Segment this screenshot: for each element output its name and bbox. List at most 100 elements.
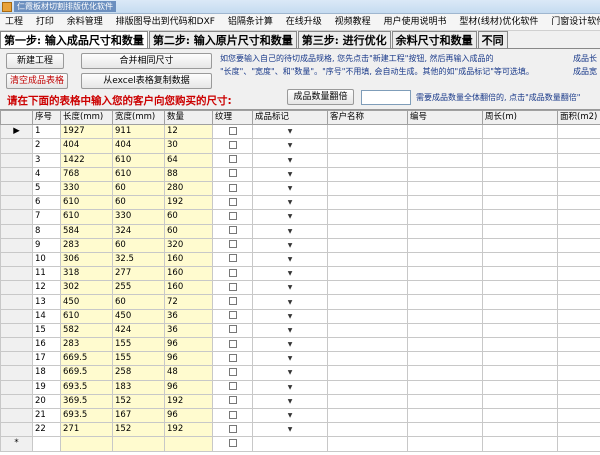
cell-grain[interactable]	[212, 209, 253, 225]
cell-seq[interactable]: 14	[32, 308, 61, 324]
cell-code[interactable]	[407, 308, 483, 324]
cell-seq[interactable]	[32, 436, 61, 452]
cell-length[interactable]: 669.5	[60, 365, 113, 381]
cell-customer[interactable]	[327, 152, 408, 168]
grain-checkbox[interactable]	[228, 297, 237, 306]
cell-seq[interactable]: 13	[32, 294, 61, 310]
clear-table-button[interactable]: 清空成品表格	[6, 73, 68, 89]
cell-code[interactable]	[407, 180, 483, 197]
cell-customer[interactable]	[327, 180, 408, 197]
cell-length[interactable]: 693.5	[60, 379, 113, 395]
cell-code[interactable]	[407, 336, 483, 353]
cell-product-mark[interactable]	[252, 436, 328, 452]
row-header[interactable]	[0, 237, 33, 253]
cell-perimeter[interactable]	[482, 138, 558, 154]
cell-quantity[interactable]: 96	[164, 407, 213, 424]
cell-width[interactable]: 277	[112, 266, 165, 282]
dropdown-arrow-icon[interactable]: ▼	[288, 369, 293, 376]
cell-length[interactable]: 693.5	[60, 407, 113, 424]
cell-customer[interactable]	[327, 280, 408, 296]
cell-area[interactable]	[557, 379, 600, 395]
cell-width[interactable]: 155	[112, 336, 165, 353]
cell-seq[interactable]: 22	[32, 422, 61, 438]
cell-seq[interactable]: 6	[32, 195, 61, 211]
dropdown-arrow-icon[interactable]: ▼	[288, 327, 293, 334]
cell-perimeter[interactable]	[482, 407, 558, 424]
cell-width[interactable]	[112, 436, 165, 452]
cell-perimeter[interactable]	[482, 365, 558, 381]
cell-product-mark[interactable]: ▼	[252, 336, 328, 353]
dropdown-arrow-icon[interactable]: ▼	[288, 412, 293, 419]
cell-length[interactable]: 610	[60, 195, 113, 211]
cell-product-mark[interactable]: ▼	[252, 237, 328, 253]
cell-area[interactable]	[557, 365, 600, 381]
grain-checkbox[interactable]	[228, 353, 237, 362]
row-header[interactable]	[0, 379, 33, 395]
cell-length[interactable]: 369.5	[60, 393, 113, 409]
cell-product-mark[interactable]: ▼	[252, 393, 328, 409]
cell-perimeter[interactable]	[482, 166, 558, 182]
cell-grain[interactable]	[212, 280, 253, 296]
tab-step2-input-sheets[interactable]: 第二步: 输入原片尺寸和数量	[148, 31, 297, 48]
cell-customer[interactable]	[327, 393, 408, 409]
grain-checkbox[interactable]	[228, 396, 237, 405]
cell-perimeter[interactable]	[482, 294, 558, 310]
cell-area[interactable]	[557, 393, 600, 409]
cell-length[interactable]: 404	[60, 138, 113, 154]
cell-product-mark[interactable]: ▼	[252, 422, 328, 438]
cell-quantity[interactable]: 12	[164, 124, 213, 140]
row-header[interactable]	[0, 407, 33, 424]
new-project-button[interactable]: 新建工程	[6, 53, 64, 69]
cell-width[interactable]: 610	[112, 166, 165, 182]
grain-checkbox[interactable]	[228, 140, 237, 149]
cell-grain[interactable]	[212, 152, 253, 168]
cell-grain[interactable]	[212, 138, 253, 154]
cell-perimeter[interactable]	[482, 124, 558, 140]
cell-quantity[interactable]: 96	[164, 336, 213, 353]
cell-area[interactable]	[557, 195, 600, 211]
cell-code[interactable]	[407, 365, 483, 381]
cell-product-mark[interactable]: ▼	[252, 280, 328, 296]
cell-length[interactable]	[60, 436, 113, 452]
cell-product-mark[interactable]: ▼	[252, 209, 328, 225]
row-header[interactable]	[0, 351, 33, 367]
cell-grain[interactable]	[212, 308, 253, 324]
multiply-quantity-button[interactable]: 成品数量翻倍	[287, 89, 354, 105]
dropdown-arrow-icon[interactable]: ▼	[288, 228, 293, 235]
cell-seq[interactable]: 15	[32, 322, 61, 339]
cell-customer[interactable]	[327, 223, 408, 239]
cell-area[interactable]	[557, 166, 600, 182]
col-header-seq[interactable]: 序号	[32, 110, 61, 126]
cell-code[interactable]	[407, 124, 483, 140]
cell-quantity[interactable]: 72	[164, 294, 213, 310]
cell-quantity[interactable]: 96	[164, 351, 213, 367]
merge-same-size-button[interactable]: 合并相同尺寸	[81, 53, 212, 69]
col-header-width[interactable]: 宽度(mm)	[112, 110, 165, 126]
cell-length[interactable]: 450	[60, 294, 113, 310]
dropdown-arrow-icon[interactable]: ▼	[288, 355, 293, 362]
cell-product-mark[interactable]: ▼	[252, 195, 328, 211]
cell-quantity[interactable]: 160	[164, 280, 213, 296]
cell-product-mark[interactable]: ▼	[252, 294, 328, 310]
menu-project[interactable]: 工程	[0, 14, 28, 30]
cell-length[interactable]: 1422	[60, 152, 113, 168]
grain-checkbox[interactable]	[228, 254, 237, 263]
cell-length[interactable]: 318	[60, 266, 113, 282]
cell-code[interactable]	[407, 379, 483, 395]
cell-quantity[interactable]: 160	[164, 251, 213, 268]
row-header[interactable]	[0, 223, 33, 239]
dropdown-arrow-icon[interactable]: ▼	[288, 426, 293, 433]
cell-length[interactable]: 271	[60, 422, 113, 438]
cell-quantity[interactable]: 30	[164, 138, 213, 154]
cell-area[interactable]	[557, 308, 600, 324]
cell-seq[interactable]: 7	[32, 209, 61, 225]
grain-checkbox[interactable]	[228, 226, 237, 235]
cell-product-mark[interactable]: ▼	[252, 365, 328, 381]
cell-grain[interactable]	[212, 407, 253, 424]
cell-quantity[interactable]: 36	[164, 322, 213, 339]
cell-product-mark[interactable]: ▼	[252, 166, 328, 182]
cell-perimeter[interactable]	[482, 280, 558, 296]
grain-checkbox[interactable]	[228, 339, 237, 348]
cell-grain[interactable]	[212, 180, 253, 197]
cell-perimeter[interactable]	[482, 379, 558, 395]
